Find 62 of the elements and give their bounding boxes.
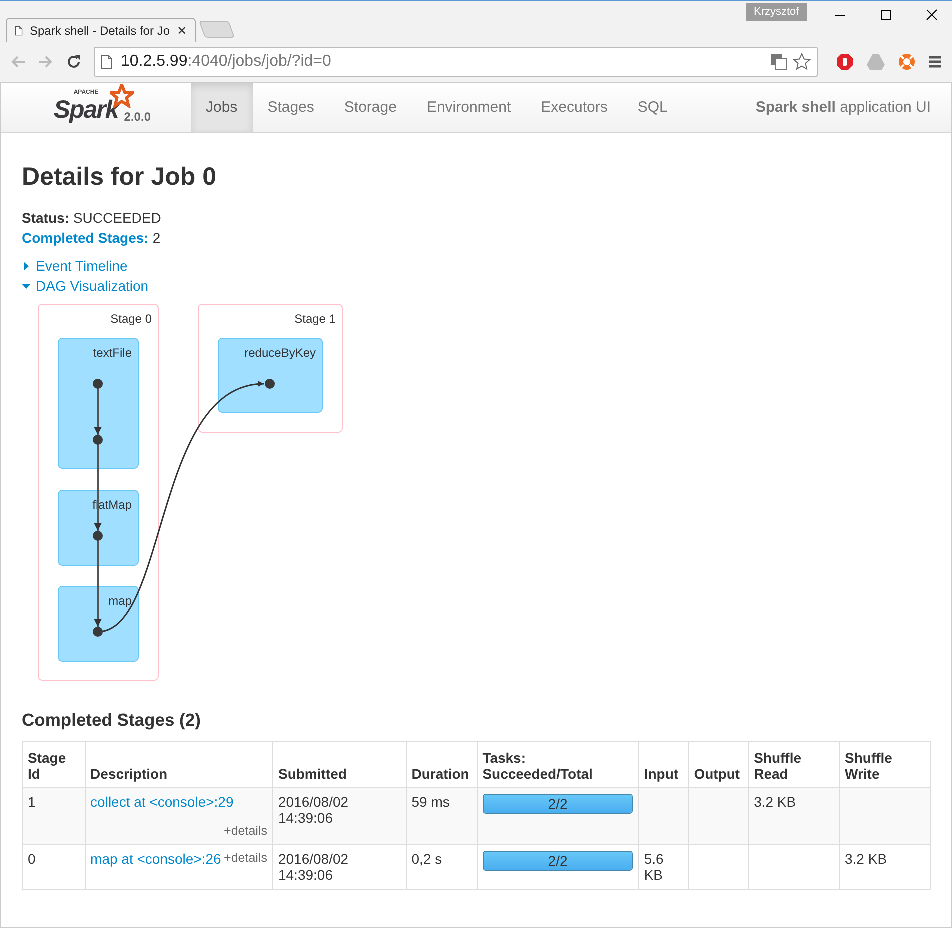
progress-bar: 2/2 [482, 851, 634, 871]
rdd-label: map [108, 594, 132, 608]
lifebuoy-icon[interactable] [898, 53, 916, 71]
node-dot [93, 531, 103, 541]
rdd-node[interactable] [218, 338, 323, 413]
table-cell: 5.6 KB [638, 844, 689, 890]
nav-tab[interactable]: Jobs [191, 83, 253, 132]
node-dot [93, 379, 103, 389]
maximize-icon[interactable] [880, 9, 892, 21]
summary-link[interactable]: Completed Stages: [22, 230, 149, 246]
table-cell: 59 ms [406, 788, 478, 844]
table-cell: 3.2 KB [840, 844, 930, 890]
browser-tab[interactable]: Spark shell - Details for Jo ✕ [6, 18, 196, 42]
nav-tab[interactable]: Stages [252, 83, 330, 132]
summary-value: 2 [152, 230, 161, 246]
app-title: Spark shell application UI [756, 99, 931, 116]
node-dot [265, 379, 275, 389]
nav-tab[interactable]: SQL [622, 83, 683, 132]
column-header[interactable]: Description [85, 742, 273, 788]
table-cell: 0 [22, 844, 86, 890]
column-header[interactable]: Stage Id [22, 742, 86, 788]
version-label: 2.0.0 [124, 110, 151, 124]
progress-bar: 2/2 [482, 794, 634, 814]
rdd-label: textFile [93, 346, 132, 360]
node-dot [93, 435, 103, 445]
page-icon [15, 24, 23, 38]
close-icon[interactable] [926, 9, 938, 21]
stage-label: Stage 0 [110, 312, 152, 326]
table-cell: 3.2 KB [748, 788, 840, 844]
node-dot [93, 627, 103, 637]
summary-label: Status: [22, 210, 70, 226]
stop-sign-icon[interactable] [836, 53, 854, 71]
table-cell: 0,2 s [406, 844, 478, 890]
summary-value: SUCCEEDED [73, 210, 162, 226]
page-icon [101, 55, 113, 69]
reload-icon[interactable] [66, 54, 82, 70]
details-link[interactable]: +details [224, 824, 268, 838]
menu-icon[interactable] [928, 55, 942, 69]
page-title: Details for Job 0 [22, 163, 216, 192]
toggle-link[interactable]: Event Timeline [22, 258, 149, 274]
description-link[interactable]: collect at <console>:29 [90, 794, 234, 810]
star-icon[interactable] [793, 53, 811, 71]
rdd-node[interactable] [58, 586, 139, 662]
rdd-node[interactable] [58, 490, 139, 566]
description-link[interactable]: map at <console>:26 [90, 851, 222, 867]
translate-icon[interactable] [771, 54, 787, 70]
rdd-node[interactable] [58, 338, 139, 469]
nav-tab[interactable]: Executors [526, 83, 623, 132]
address-field[interactable]: 10.2.5.99:4040/jobs/job/?id=0 [94, 47, 818, 77]
tab-title: Spark shell - Details for Jo [30, 24, 170, 38]
details-link[interactable]: +details [224, 851, 268, 865]
logo-text[interactable]: Spark [54, 96, 118, 124]
close-icon[interactable]: ✕ [177, 24, 187, 38]
table-cell: 2016/08/02 14:39:06 [272, 788, 406, 844]
section-title: Completed Stages (2) [22, 710, 201, 731]
stage-label: Stage 1 [294, 312, 336, 326]
nav-tab[interactable]: Environment [412, 83, 526, 132]
rdd-label: reduceByKey [244, 346, 316, 360]
table-cell: 1 [22, 788, 86, 844]
toggle-link[interactable]: DAG Visualization [22, 278, 149, 294]
table-cell: 2016/08/02 14:39:06 [272, 844, 406, 890]
nav-tab[interactable]: Storage [329, 83, 412, 132]
